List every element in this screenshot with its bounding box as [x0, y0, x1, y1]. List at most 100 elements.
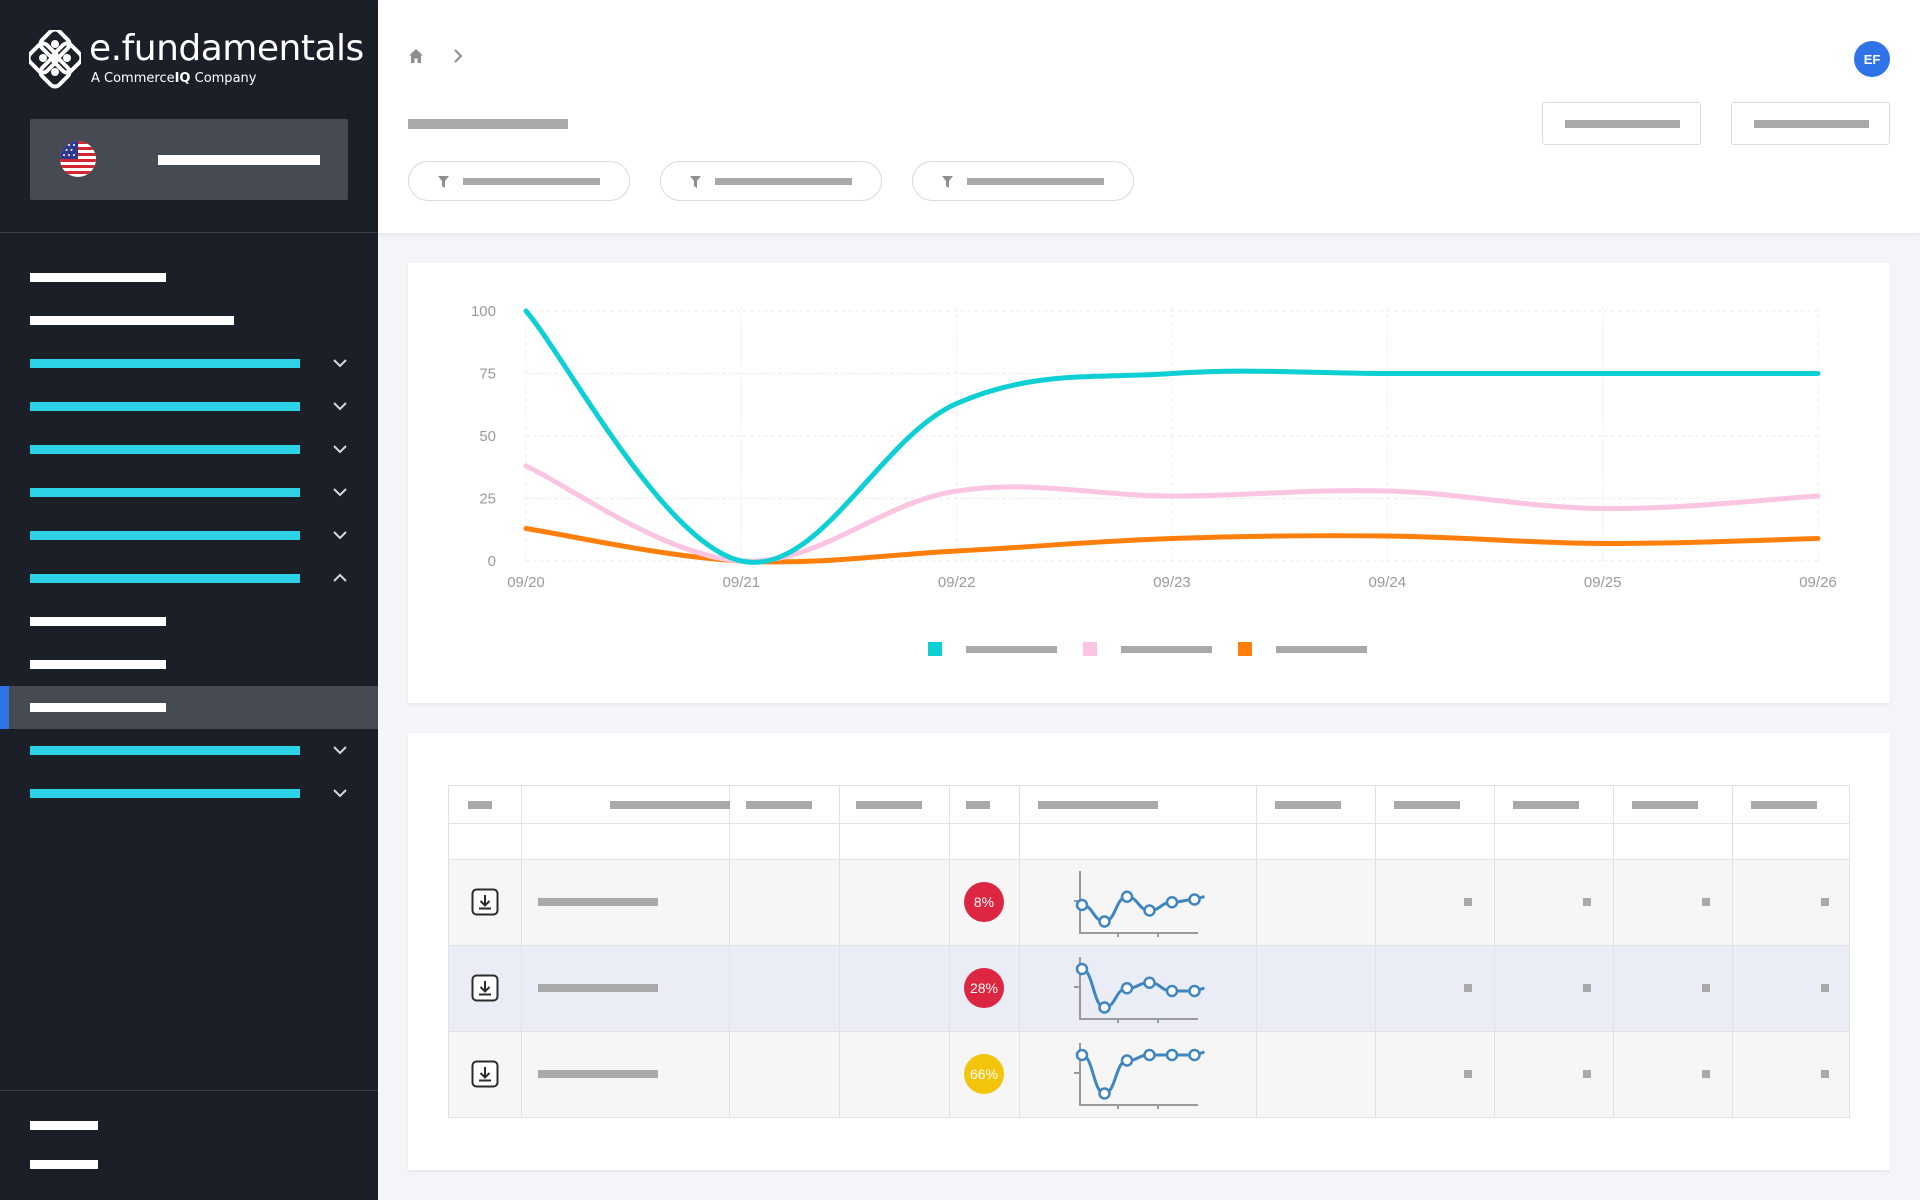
- table-column-divider: [521, 786, 522, 1117]
- column-header[interactable]: [856, 801, 922, 809]
- trend-sparkline: [1074, 957, 1205, 1023]
- filter-pill[interactable]: [408, 161, 630, 201]
- sparkline-point: [1098, 915, 1111, 928]
- table-column-divider: [1494, 786, 1495, 1117]
- cell-value: [1464, 984, 1472, 992]
- table-column-divider: [729, 786, 730, 1117]
- sidebar-item-6[interactable]: [0, 471, 378, 514]
- home-icon[interactable]: [408, 48, 424, 64]
- avatar[interactable]: EF: [1854, 41, 1890, 77]
- cell-value: [1702, 898, 1710, 906]
- x-tick-label: 09/25: [1584, 574, 1622, 591]
- y-tick-label: 100: [471, 303, 496, 320]
- row-name[interactable]: [538, 898, 658, 906]
- column-header[interactable]: [1038, 801, 1158, 809]
- sparkline-point: [1120, 1054, 1134, 1067]
- percent-badge: 28%: [964, 968, 1004, 1008]
- legend-item-2[interactable]: [1083, 639, 1213, 659]
- sidebar-item-2[interactable]: [0, 299, 378, 342]
- sparkline-point: [1188, 984, 1201, 998]
- sidebar-item-label: [30, 359, 300, 368]
- region-selector[interactable]: [30, 119, 348, 200]
- sidebar-divider: [0, 232, 378, 233]
- sparkline-point: [1075, 898, 1089, 912]
- brand-logo[interactable]: e.fundamentals A CommerceIQ Company: [29, 28, 364, 90]
- chevron-down-icon[interactable]: [331, 526, 349, 544]
- legend-item-1[interactable]: [928, 639, 1058, 659]
- trend-sparkline: [1074, 871, 1205, 937]
- sidebar-item-8[interactable]: [0, 557, 378, 600]
- filter-icon: [690, 176, 701, 188]
- column-header[interactable]: [1394, 801, 1460, 809]
- chevron-down-icon[interactable]: [331, 440, 349, 458]
- sparkline-point: [1188, 1048, 1201, 1062]
- sidebar-item-11[interactable]: [0, 686, 378, 729]
- filter-pill[interactable]: [660, 161, 882, 201]
- sidebar-item-label: [30, 445, 300, 454]
- cell-value: [1464, 1070, 1472, 1078]
- sidebar-item-label: [30, 316, 234, 325]
- table-column-divider: [839, 786, 840, 1117]
- sidebar-item-5[interactable]: [0, 428, 378, 471]
- header-button[interactable]: [1731, 102, 1890, 145]
- chevron-down-icon[interactable]: [331, 741, 349, 759]
- download-icon[interactable]: [471, 888, 499, 916]
- cell-value: [1821, 984, 1829, 992]
- sidebar-item-label: [30, 488, 300, 497]
- sidebar-item-1[interactable]: [0, 256, 378, 299]
- sidebar-item-label: [30, 531, 300, 540]
- cell-value: [1464, 898, 1472, 906]
- column-header[interactable]: [746, 801, 812, 809]
- sidebar-item-label: [30, 617, 166, 626]
- column-header[interactable]: [610, 801, 730, 809]
- sidebar-item-12[interactable]: [0, 729, 378, 772]
- cell-value: [1702, 984, 1710, 992]
- y-tick-label: 50: [479, 428, 496, 445]
- column-header[interactable]: [1632, 801, 1698, 809]
- column-header[interactable]: [468, 801, 492, 809]
- filter-pill[interactable]: [912, 161, 1134, 201]
- sidebar-item-9[interactable]: [0, 600, 378, 643]
- cell-value: [1583, 984, 1591, 992]
- sidebar-item-label: [30, 703, 166, 712]
- page-title: [408, 119, 568, 129]
- download-icon[interactable]: [471, 1060, 499, 1088]
- row-name[interactable]: [538, 1070, 658, 1078]
- chevron-down-icon[interactable]: [331, 354, 349, 372]
- sidebar-item-4[interactable]: [0, 385, 378, 428]
- legend-label: [1121, 646, 1212, 653]
- logo-mark-icon: [29, 30, 81, 89]
- table-column-divider: [949, 786, 950, 1117]
- column-header[interactable]: [1751, 801, 1817, 809]
- column-header[interactable]: [1513, 801, 1579, 809]
- sidebar-item-7[interactable]: [0, 514, 378, 557]
- header-button[interactable]: [1542, 102, 1701, 145]
- chevron-down-icon[interactable]: [331, 397, 349, 415]
- sidebar-item-label: [30, 746, 300, 755]
- table-row-divider: [449, 945, 1849, 946]
- sidebar-item-10[interactable]: [0, 643, 378, 686]
- download-icon[interactable]: [471, 974, 499, 1002]
- legend-item-3[interactable]: [1238, 639, 1368, 659]
- column-header[interactable]: [1275, 801, 1341, 809]
- page-header: EF: [378, 0, 1920, 233]
- legend-swatch: [928, 642, 942, 656]
- sidebar-bottom-item[interactable]: [0, 1108, 378, 1147]
- sidebar-item-3[interactable]: [0, 342, 378, 385]
- sparkline-point: [1098, 1001, 1111, 1014]
- column-header[interactable]: [966, 801, 990, 809]
- filter-icon: [942, 176, 953, 188]
- chevron-up-icon[interactable]: [331, 569, 349, 587]
- table-row-divider: [449, 859, 1849, 860]
- chevron-down-icon[interactable]: [331, 784, 349, 802]
- table-card: 8% 28% 66%: [408, 733, 1890, 1170]
- sidebar-item-13[interactable]: [0, 772, 378, 815]
- table-column-divider: [1375, 786, 1376, 1117]
- legend-swatch: [1083, 642, 1097, 656]
- sparkline-point: [1165, 896, 1179, 909]
- chevron-down-icon[interactable]: [331, 483, 349, 501]
- y-tick-label: 0: [488, 553, 496, 570]
- trend-sparkline: [1074, 1043, 1205, 1109]
- row-name[interactable]: [538, 984, 658, 992]
- sidebar-bottom-item[interactable]: [0, 1147, 378, 1186]
